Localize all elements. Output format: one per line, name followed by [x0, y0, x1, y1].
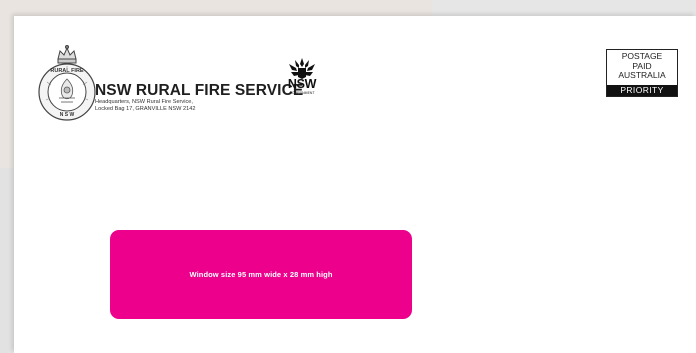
nsw-government-logo: NSW GOVERNMENT [284, 56, 320, 100]
government-caption: GOVERNMENT [289, 91, 315, 95]
sender-organisation: NSW RURAL FIRE SERVICE [95, 82, 304, 99]
sender-address-line-1: Headquarters, NSW Rural Fire Service, [95, 99, 193, 105]
background-panel [0, 168, 14, 353]
window-size-label: Window size 95 mm wide x 28 mm high [189, 270, 333, 279]
nsw-wordmark: NSW [287, 77, 317, 91]
envelope: RURAL FIRE N S W NSW RURAL FIRE SERVICE … [14, 16, 696, 353]
sender-address: Headquarters, NSW Rural Fire Service, Lo… [95, 99, 195, 112]
postage-paid-stamp: POSTAGE PAID AUSTRALIA PRIORITY [606, 49, 678, 97]
postage-line-3: AUSTRALIA [618, 70, 666, 81]
sender-address-line-2: Locked Bag 17, GRANVILLE NSW 2142 [95, 105, 196, 112]
svg-text:N S W: N S W [60, 112, 75, 118]
address-window: Window size 95 mm wide x 28 mm high [110, 230, 412, 319]
postage-service-badge: PRIORITY [607, 85, 677, 96]
rfs-crest-icon: RURAL FIRE N S W [34, 42, 100, 136]
background-panel [432, 0, 696, 16]
